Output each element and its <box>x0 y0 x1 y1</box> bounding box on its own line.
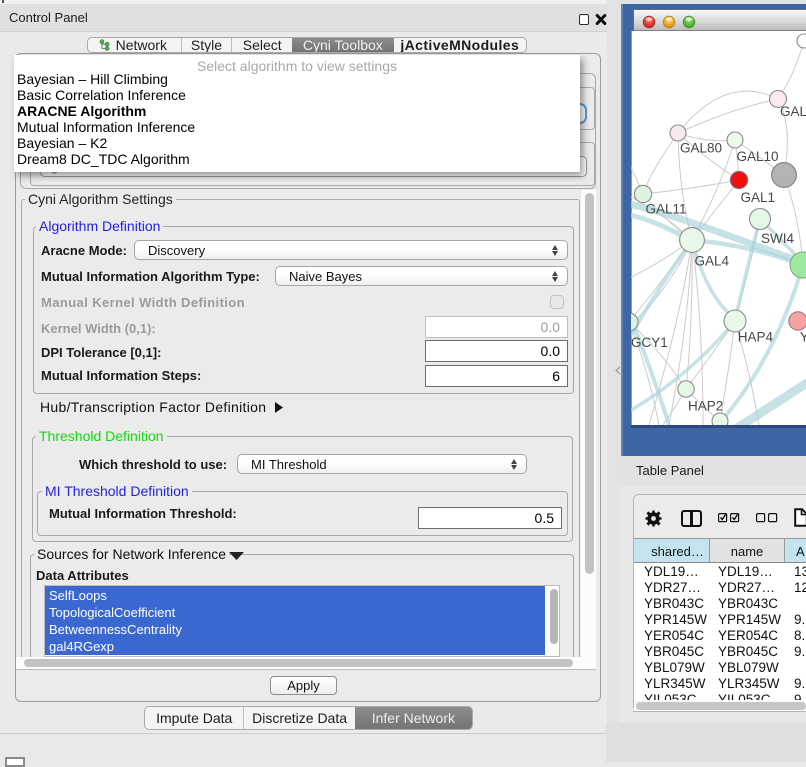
svg-text:GAL1: GAL1 <box>741 190 776 205</box>
svg-text:HAP4: HAP4 <box>738 329 774 344</box>
svg-text:SWI4: SWI4 <box>761 231 794 246</box>
svg-text:GAL10: GAL10 <box>737 149 779 164</box>
svg-text:HAP2: HAP2 <box>688 399 723 414</box>
svg-text:GCY1: GCY1 <box>631 335 668 350</box>
svg-text:Y: Y <box>800 329 806 344</box>
svg-text:GAL80: GAL80 <box>680 141 722 156</box>
svg-text:GAL4: GAL4 <box>695 253 730 268</box>
svg-text:GAL11: GAL11 <box>646 202 687 217</box>
svg-text:GAL7: GAL7 <box>780 104 806 119</box>
